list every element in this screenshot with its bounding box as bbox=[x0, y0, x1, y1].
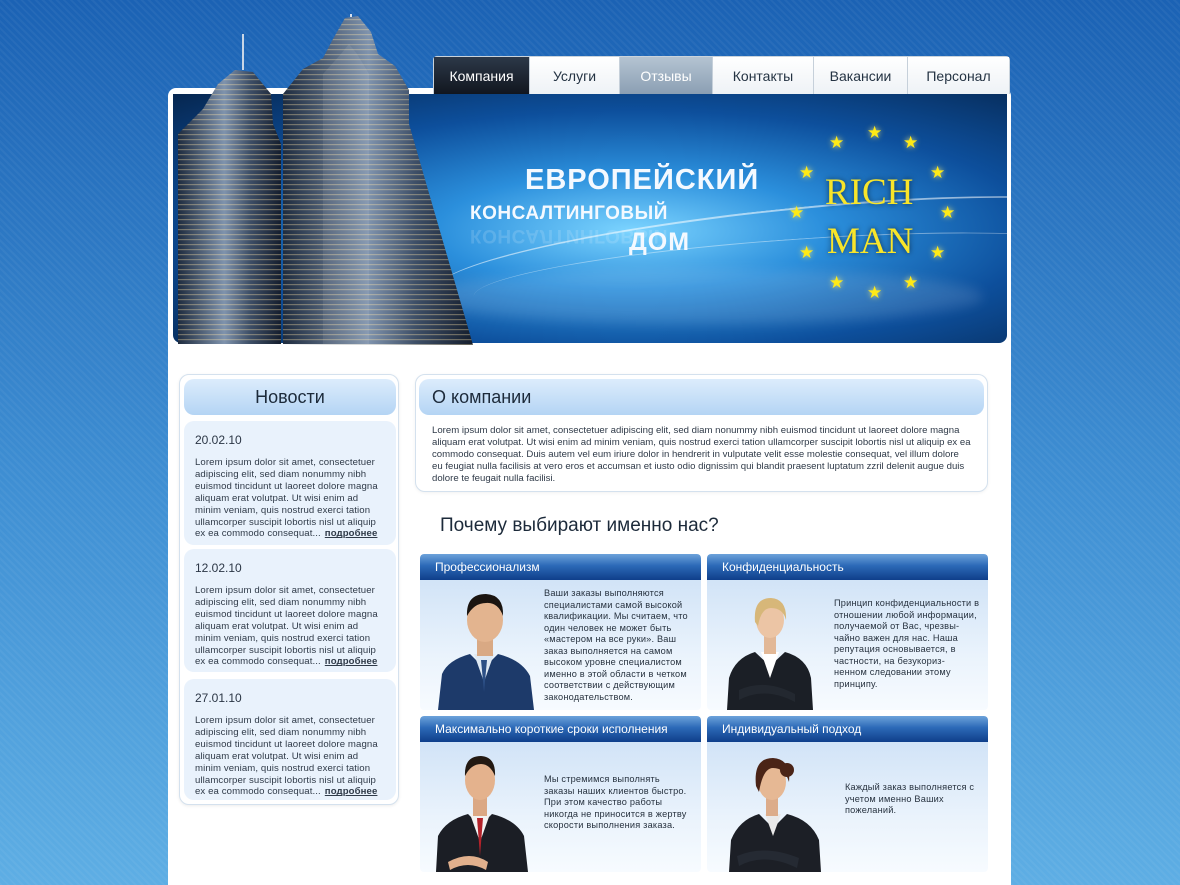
news-date: 20.02.10 bbox=[195, 433, 242, 447]
feature-card-short-deadlines: Максимально короткие сроки исполнения Мы… bbox=[420, 716, 701, 872]
site-container: ЕВРОПЕЙСКИЙ КОНСАЛТИНГОВЫЙ КОНСАЛТИНГОВЫ… bbox=[168, 0, 1011, 885]
star-icon: ★ bbox=[867, 283, 883, 302]
feature-card-individual-approach: Индивидуальный подход Каждый заказ выпол… bbox=[707, 716, 988, 872]
main-navigation: Компания Услуги Отзывы Контакты Вакансии… bbox=[433, 56, 1010, 94]
nav-tab-contacts[interactable]: Контакты bbox=[713, 57, 814, 94]
nav-tab-reviews[interactable]: Отзывы bbox=[620, 57, 713, 94]
nav-tab-vacancies[interactable]: Вакансии bbox=[814, 57, 908, 94]
feature-card-confidentiality: Конфиденциальность Принцип конфиденциаль… bbox=[707, 554, 988, 710]
star-icon: ★ bbox=[829, 273, 845, 292]
star-icon: ★ bbox=[829, 133, 845, 152]
nav-tab-staff[interactable]: Персонал bbox=[908, 57, 1009, 94]
news-item: 12.02.10 Lorem ipsum dolor sit amet, con… bbox=[184, 549, 396, 672]
feature-title: Конфиденциальность bbox=[707, 554, 988, 580]
why-us-heading: Почему выбирают именно нас? bbox=[440, 515, 719, 536]
news-more-link[interactable]: подробнее bbox=[325, 786, 378, 797]
businesswoman-brunette-photo bbox=[729, 758, 821, 872]
news-item: 27.01.10 Lorem ipsum dolor sit amet, con… bbox=[184, 679, 396, 800]
news-text: Lorem ipsum dolor sit amet, consectetuer… bbox=[195, 457, 378, 540]
news-text: Lorem ipsum dolor sit amet, consectetuer… bbox=[195, 715, 378, 798]
feature-text: Принцип конфиденциальности в отношении л… bbox=[834, 598, 980, 689]
feature-text: Мы стремимся выполнять заказы наших клие… bbox=[544, 774, 687, 830]
nav-tab-services[interactable]: Услуги bbox=[530, 57, 620, 94]
businessman-photo bbox=[438, 594, 534, 710]
about-text: Lorem ipsum dolor sit amet, consectetuer… bbox=[432, 425, 971, 484]
star-icon: ★ bbox=[799, 163, 815, 182]
banner-slogan-line2: КОНСАЛТИНГОВЫЙ bbox=[470, 203, 668, 224]
star-icon: ★ bbox=[903, 133, 919, 152]
star-icon: ★ bbox=[940, 203, 956, 222]
news-panel: Новости 20.02.10 Lorem ipsum dolor sit a… bbox=[179, 374, 399, 805]
banner-slogan-line3: ДОМ bbox=[629, 228, 691, 256]
feature-text: Каждый заказ выполняется с учетом именно… bbox=[845, 782, 975, 815]
news-more-link[interactable]: подробнее bbox=[325, 528, 378, 539]
news-more-link[interactable]: подробнее bbox=[325, 656, 378, 667]
feature-text: Ваши заказы выполняются специалистами са… bbox=[544, 588, 688, 702]
news-date: 12.02.10 bbox=[195, 561, 242, 575]
star-icon: ★ bbox=[930, 243, 946, 262]
star-icon: ★ bbox=[930, 163, 946, 182]
news-date: 27.01.10 bbox=[195, 691, 242, 705]
star-icon: ★ bbox=[799, 243, 815, 262]
news-title: Новости bbox=[184, 379, 396, 415]
banner-slogan-line1: ЕВРОПЕЙСКИЙ bbox=[525, 164, 760, 196]
skyscraper-towers-image bbox=[178, 14, 473, 345]
businesswoman-blonde-photo bbox=[727, 598, 813, 710]
richman-logo[interactable]: RICH MAN ★ ★ ★ ★ ★ ★ ★ ★ ★ ★ ★ ★ bbox=[785, 124, 965, 309]
feature-title: Максимально короткие сроки исполнения bbox=[420, 716, 701, 742]
businessman-red-tie-photo bbox=[436, 756, 528, 872]
feature-title: Профессионализм bbox=[420, 554, 701, 580]
logo-word-man: MAN bbox=[827, 221, 914, 262]
star-icon: ★ bbox=[903, 273, 919, 292]
nav-tab-company[interactable]: Компания bbox=[434, 57, 530, 94]
logo-word-rich: RICH bbox=[825, 172, 914, 213]
about-section: О компании Lorem ipsum dolor sit amet, c… bbox=[415, 374, 988, 492]
news-item: 20.02.10 Lorem ipsum dolor sit amet, con… bbox=[184, 421, 396, 545]
news-text: Lorem ipsum dolor sit amet, consectetuer… bbox=[195, 585, 378, 668]
feature-title: Индивидуальный подход bbox=[707, 716, 988, 742]
star-icon: ★ bbox=[789, 203, 805, 222]
star-icon: ★ bbox=[867, 123, 883, 142]
about-title: О компании bbox=[419, 379, 984, 415]
feature-card-professionalism: Профессионализм Ваши заказы выполняются … bbox=[420, 554, 701, 710]
